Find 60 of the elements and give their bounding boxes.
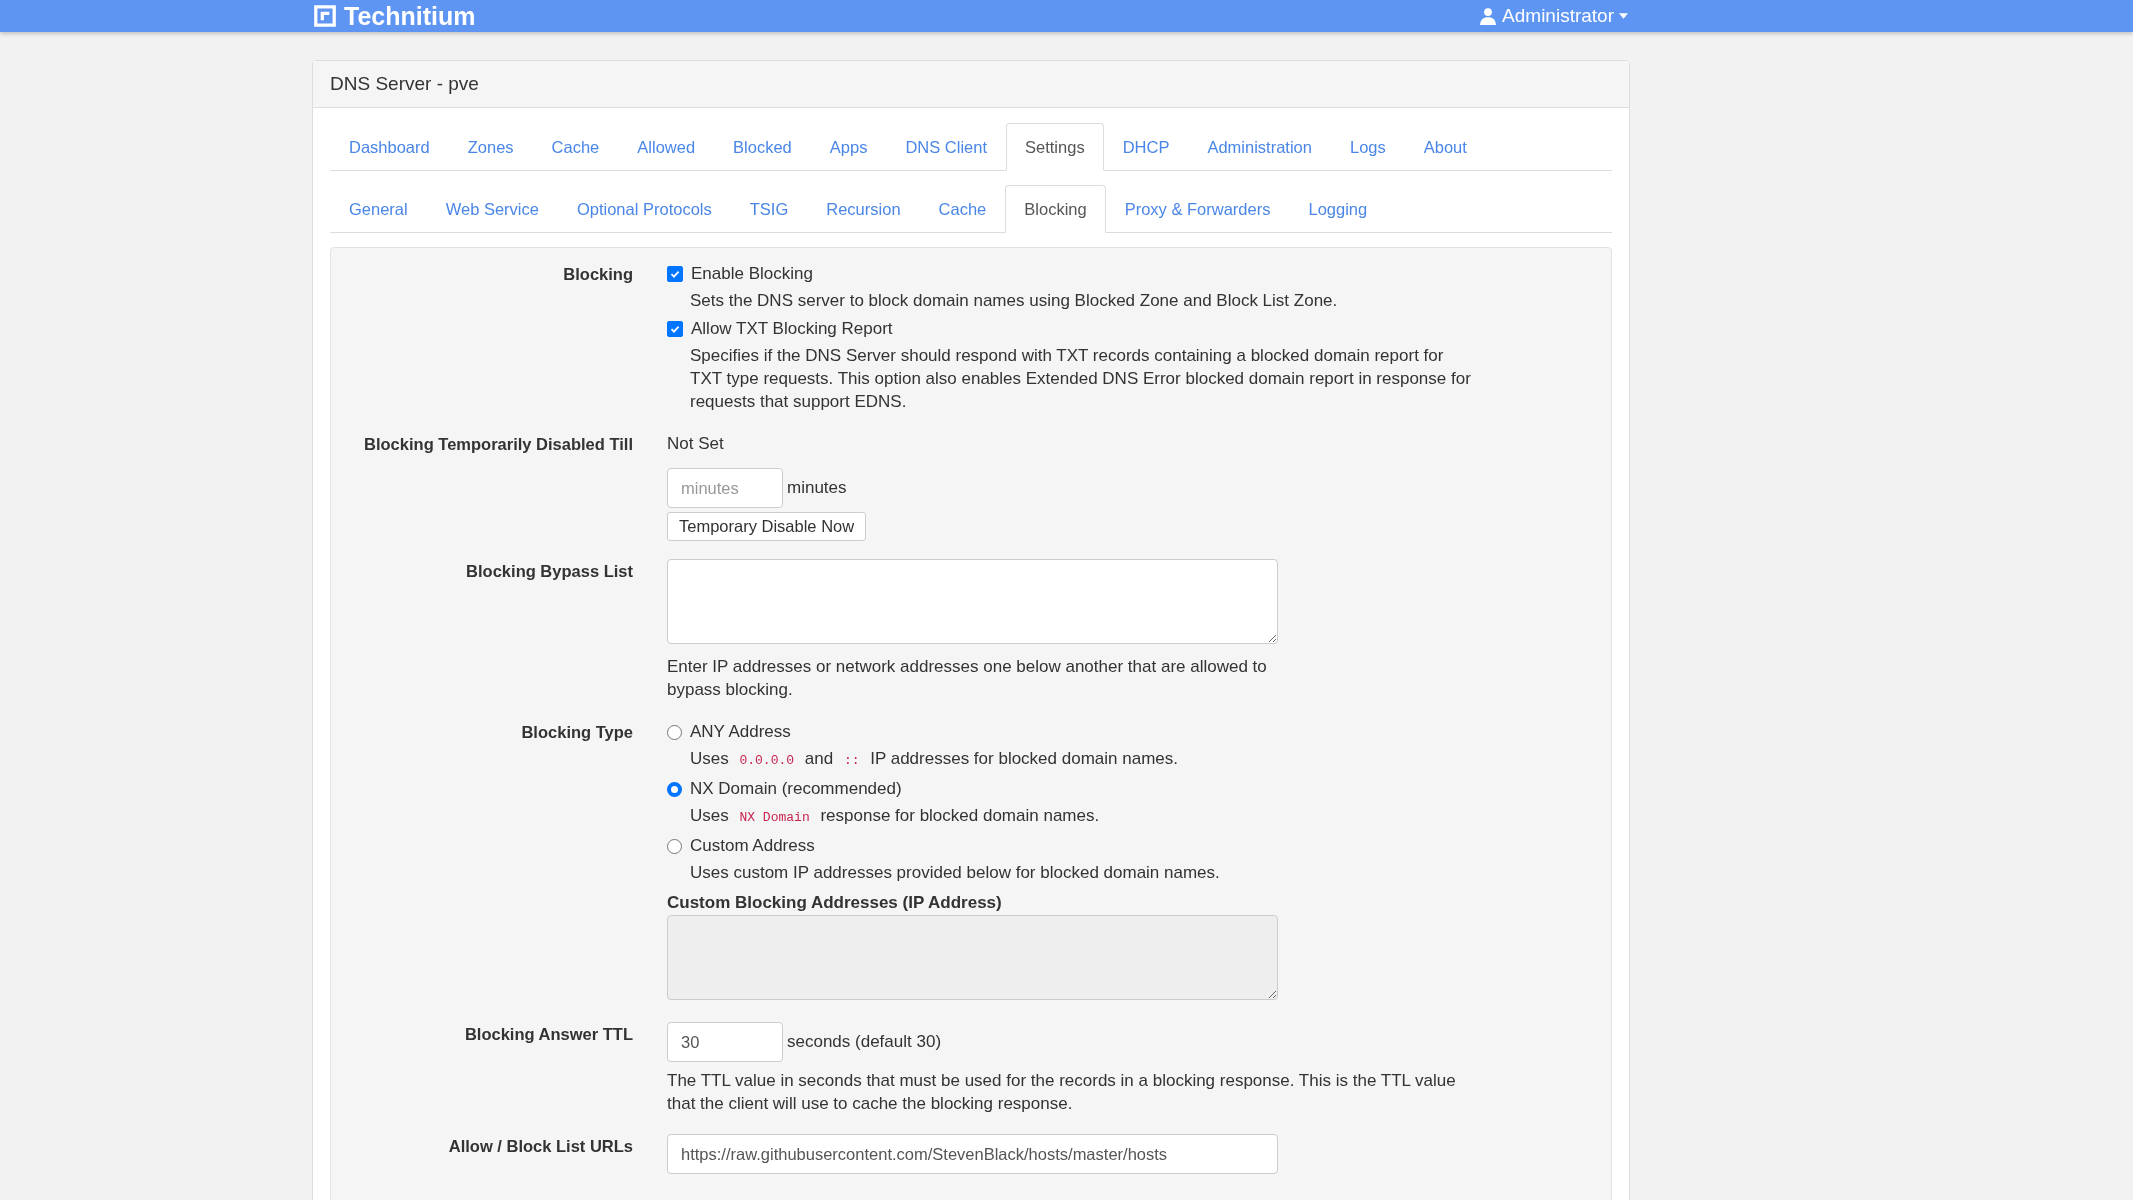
check-icon bbox=[670, 324, 680, 334]
nav-tab[interactable]: DNS Client bbox=[886, 123, 1006, 171]
caret-icon bbox=[1619, 13, 1628, 19]
sub-tab[interactable]: Blocking bbox=[1005, 185, 1106, 233]
help-text: The TTL value in seconds that must be used for the records in a blocking response. This is the TTL value that the client will use to cache the blocking response. bbox=[667, 1070, 1457, 1115]
field-label: Blocking Answer TTL bbox=[464, 1025, 633, 1043]
nav-tab[interactable]: About bbox=[1404, 123, 1486, 171]
nav-tab[interactable]: Settings bbox=[1006, 123, 1104, 171]
help-text: Sets the DNS server to block domain names using Blocked Zone and Block List Zone. bbox=[690, 290, 1338, 312]
nav-tab[interactable]: DHCP bbox=[1103, 123, 1189, 171]
unit-text: minutes bbox=[787, 478, 847, 498]
sub-tab[interactable]: Optional Protocols bbox=[557, 185, 731, 233]
user-icon bbox=[1479, 7, 1498, 25]
checkbox[interactable] bbox=[667, 321, 683, 337]
sub-tab[interactable]: Logging bbox=[1289, 185, 1387, 233]
field-label: Allow / Block List URLs bbox=[448, 1137, 633, 1155]
nav-tab[interactable]: Apps bbox=[810, 123, 887, 171]
nav-tab[interactable]: Zones bbox=[448, 123, 533, 171]
input-field[interactable]: minutes bbox=[667, 468, 783, 508]
field-label: Blocking Bypass List bbox=[466, 562, 633, 580]
brand-name[interactable]: Technitium bbox=[344, 1, 476, 31]
help-text: Uses NX Domain response for blocked domain names. bbox=[690, 805, 1100, 827]
sub-tab[interactable]: Proxy & Forwarders bbox=[1105, 185, 1290, 233]
check-icon bbox=[670, 269, 680, 279]
radio-label[interactable]: NX Domain (recommended) bbox=[690, 777, 902, 801]
nav-tab[interactable]: Dashboard bbox=[330, 123, 449, 171]
panel-title: DNS Server - pve bbox=[330, 73, 479, 94]
help-text: Uses 0.0.0.0 and :: IP addresses for blocked domain names. bbox=[690, 748, 1178, 770]
logo-icon bbox=[312, 3, 338, 29]
user-menu[interactable]: Administrator bbox=[1479, 5, 1628, 27]
nav-tab[interactable]: Blocked bbox=[714, 123, 811, 171]
sub-tab[interactable]: General bbox=[330, 185, 427, 233]
radio-button[interactable] bbox=[667, 781, 682, 797]
disable-button[interactable]: Temporary Disable Now bbox=[667, 512, 867, 541]
nav-tab[interactable]: Administration bbox=[1188, 123, 1331, 171]
sub-tab[interactable]: Cache bbox=[919, 185, 1006, 233]
nav-tab[interactable]: Cache bbox=[532, 123, 619, 171]
url-field[interactable]: https://raw.githubusercontent.com/StevenBlack/hosts/master/hosts bbox=[667, 1134, 1278, 1174]
help-text: Specifies if the DNS Server should respond with TXT records containing a blocked domain report for TXT type requests. This option also enables Extended DNS Error blocked domain report in response for requests that support EDNS. bbox=[690, 345, 1472, 413]
checkbox-label[interactable]: Enable Blocking bbox=[691, 262, 813, 286]
field-label: Blocking bbox=[563, 265, 633, 283]
input-field[interactable]: 30 bbox=[667, 1022, 783, 1062]
status-text: Not Set bbox=[667, 434, 724, 453]
sub-tab[interactable]: Recursion bbox=[807, 185, 920, 233]
help-text: Uses custom IP addresses provided below for blocked domain names. bbox=[690, 862, 1220, 884]
radio-label[interactable]: ANY Address bbox=[690, 720, 791, 744]
unit-text: seconds (default 30) bbox=[787, 1032, 942, 1052]
radio-button[interactable] bbox=[667, 838, 682, 854]
nav-tab[interactable]: Allowed bbox=[618, 123, 715, 171]
sub-tab[interactable]: Web Service bbox=[426, 185, 558, 233]
field-label: Blocking Temporarily Disabled Till bbox=[364, 435, 633, 453]
checkbox[interactable] bbox=[667, 266, 683, 282]
sub-tab[interactable]: TSIG bbox=[730, 185, 808, 233]
checkbox-label[interactable]: Allow TXT Blocking Report bbox=[691, 317, 893, 341]
field-label: Blocking Type bbox=[521, 723, 633, 741]
nav-tab[interactable]: Logs bbox=[1330, 123, 1405, 171]
radio-label[interactable]: Custom Address bbox=[690, 834, 815, 858]
field-label: Custom Blocking Addresses (IP Address) bbox=[667, 893, 1002, 912]
help-text: Enter IP addresses or network addresses one below another that are allowed to bypass blocking. bbox=[667, 656, 1268, 701]
radio-button[interactable] bbox=[667, 724, 682, 740]
